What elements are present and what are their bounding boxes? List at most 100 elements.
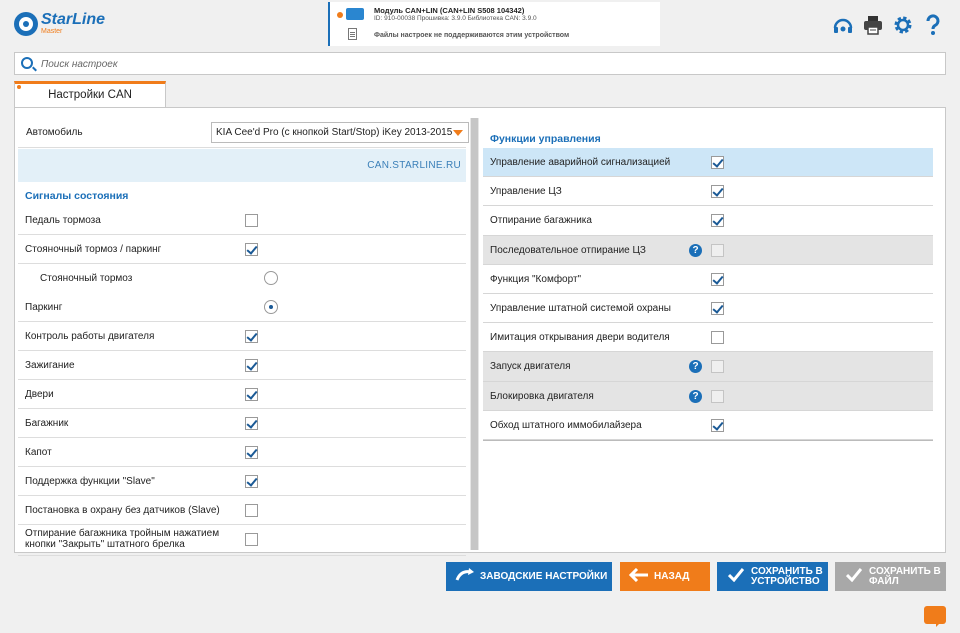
- section-title-control: Функции управления: [490, 133, 601, 145]
- row-label: Управление штатной системой охраны: [490, 302, 671, 314]
- status-signals-column: Автомобиль KIA Cee'd Pro (с кнопкой Star…: [18, 118, 469, 556]
- checkbox[interactable]: [711, 214, 724, 228]
- save-file-label-line2: ФАЙЛ: [869, 575, 899, 587]
- scrollbar-thumb[interactable]: [471, 118, 478, 550]
- device-info: ID: 910-00038 Прошивка: 3.9.0 Библиотека…: [374, 15, 537, 22]
- row-label: Управление аварийной сигнализацией: [490, 157, 671, 168]
- checkbox[interactable]: [245, 475, 258, 488]
- status-signals-list: Педаль тормоза Стояночный тормоз / парки…: [18, 206, 466, 556]
- list-item[interactable]: Поддержка функции "Slave": [18, 467, 466, 496]
- list-item[interactable]: Постановка в охрану без датчиков (Slave): [18, 496, 466, 525]
- list-item[interactable]: Имитация открывания двери водителя: [483, 323, 933, 353]
- checkmark-icon: [725, 567, 747, 586]
- checkbox[interactable]: [245, 214, 258, 227]
- back-button[interactable]: НАЗАД: [620, 562, 710, 591]
- can-starline-link[interactable]: CAN.STARLINE.RU: [367, 160, 461, 171]
- list-item[interactable]: Паркинг: [18, 293, 466, 322]
- settings-gear-icon[interactable]: [892, 14, 914, 36]
- starline-logo-icon: [14, 12, 38, 36]
- section-title-status: Сигналы состояния: [25, 190, 129, 202]
- list-item[interactable]: Капот: [18, 438, 466, 467]
- checkbox[interactable]: [711, 331, 724, 345]
- help-icon[interactable]: ?: [689, 389, 702, 403]
- row-label: Капот: [25, 447, 52, 458]
- checkbox: [711, 360, 724, 374]
- save-to-device-button[interactable]: СОХРАНИТЬ В УСТРОЙСТВО: [717, 562, 828, 591]
- checkbox[interactable]: [711, 272, 724, 286]
- list-item: Блокировка двигателя?: [483, 381, 933, 411]
- list-item[interactable]: Обход штатного иммобилайзера: [483, 411, 933, 440]
- list-item: Запуск двигателя?: [483, 352, 933, 382]
- row-label: Функция "Комфорт": [490, 273, 582, 285]
- list-item[interactable]: Педаль тормоза: [18, 206, 466, 235]
- support-icon[interactable]: [832, 14, 854, 36]
- list-item[interactable]: Багажник: [18, 409, 466, 438]
- checkbox[interactable]: [245, 504, 258, 517]
- row-label: Паркинг: [25, 302, 63, 313]
- radio-button[interactable]: [264, 300, 278, 314]
- device-image-icon: [346, 8, 364, 20]
- list-item[interactable]: Зажигание: [18, 351, 466, 380]
- row-label: Отпирание багажника: [490, 215, 592, 227]
- list-item[interactable]: Стояночный тормоз: [18, 264, 466, 293]
- arrow-left-icon: [628, 567, 650, 586]
- checkbox[interactable]: [711, 418, 724, 432]
- row-label: Педаль тормоза: [25, 215, 101, 226]
- row-label: Управление ЦЗ: [490, 186, 562, 198]
- checkmark-icon: [843, 567, 865, 586]
- checkbox[interactable]: [245, 417, 258, 430]
- row-label: Стояночный тормоз / паркинг: [25, 244, 162, 255]
- logo-name: StarLine: [41, 11, 106, 28]
- help-icon[interactable]: ?: [689, 360, 702, 374]
- header-toolbar: [832, 14, 944, 36]
- checkbox[interactable]: [245, 359, 258, 372]
- checkbox[interactable]: [245, 243, 258, 256]
- search-input[interactable]: [41, 56, 921, 72]
- device-info-panel: Модуль CAN+LIN (CAN+LIN S508 104342) ID:…: [328, 2, 660, 46]
- starline-logo: StarLine Master: [14, 12, 105, 36]
- row-label: Имитация открывания двери водителя: [490, 332, 670, 344]
- row-label: Постановка в охрану без датчиков (Slave): [25, 505, 220, 516]
- list-item[interactable]: Управление аварийной сигнализацией: [483, 148, 933, 178]
- file-icon: [348, 28, 357, 40]
- checkbox[interactable]: [245, 330, 258, 343]
- reset-icon: [454, 567, 476, 586]
- control-functions-list: Управление аварийной сигнализацией Управ…: [483, 148, 933, 441]
- list-item[interactable]: Отпирание багажника: [483, 206, 933, 236]
- list-item[interactable]: Управление ЦЗ: [483, 177, 933, 207]
- help-icon[interactable]: [922, 14, 944, 36]
- back-label: НАЗАД: [654, 570, 690, 582]
- list-item[interactable]: Отпирание багажника тройным нажатием кно…: [18, 525, 466, 556]
- radio-button[interactable]: [264, 271, 278, 285]
- help-icon[interactable]: ?: [689, 243, 702, 257]
- car-select[interactable]: KIA Cee'd Pro (с кнопкой Start/Stop) iKe…: [211, 122, 469, 143]
- checkbox[interactable]: [245, 388, 258, 401]
- list-item[interactable]: Двери: [18, 380, 466, 409]
- list-item[interactable]: Стояночный тормоз / паркинг: [18, 235, 466, 264]
- checkbox[interactable]: [245, 446, 258, 459]
- settings-panel: Автомобиль KIA Cee'd Pro (с кнопкой Star…: [14, 107, 946, 556]
- checkbox[interactable]: [711, 185, 724, 199]
- tab-label: Настройки CAN: [48, 89, 132, 101]
- row-label: Поддержка функции "Slave": [25, 476, 155, 487]
- checkbox[interactable]: [711, 301, 724, 315]
- factory-settings-button[interactable]: ЗАВОДСКИЕ НАСТРОЙКИ: [446, 562, 612, 591]
- chat-icon[interactable]: [924, 606, 946, 627]
- checkbox[interactable]: [711, 156, 724, 169]
- row-label: Стояночный тормоз: [40, 273, 133, 284]
- list-item[interactable]: Функция "Комфорт": [483, 265, 933, 294]
- checkbox[interactable]: [245, 533, 258, 546]
- list-item[interactable]: Управление штатной системой охраны: [483, 294, 933, 324]
- tab-can-settings[interactable]: Настройки CAN: [14, 81, 166, 108]
- car-label: Автомобиль: [26, 127, 83, 138]
- print-icon[interactable]: [862, 14, 884, 36]
- row-label: Обход штатного иммобилайзера: [490, 419, 642, 431]
- search-bar: [14, 52, 946, 75]
- left-scrollbar[interactable]: [470, 118, 479, 550]
- row-label: Блокировка двигателя: [490, 390, 594, 402]
- list-item[interactable]: Контроль работы двигателя: [18, 322, 466, 351]
- row-label: Последовательное отпирание ЦЗ: [490, 244, 646, 256]
- row-label: Зажигание: [25, 360, 75, 371]
- row-label: Двери: [25, 389, 54, 400]
- checkbox: [711, 243, 724, 257]
